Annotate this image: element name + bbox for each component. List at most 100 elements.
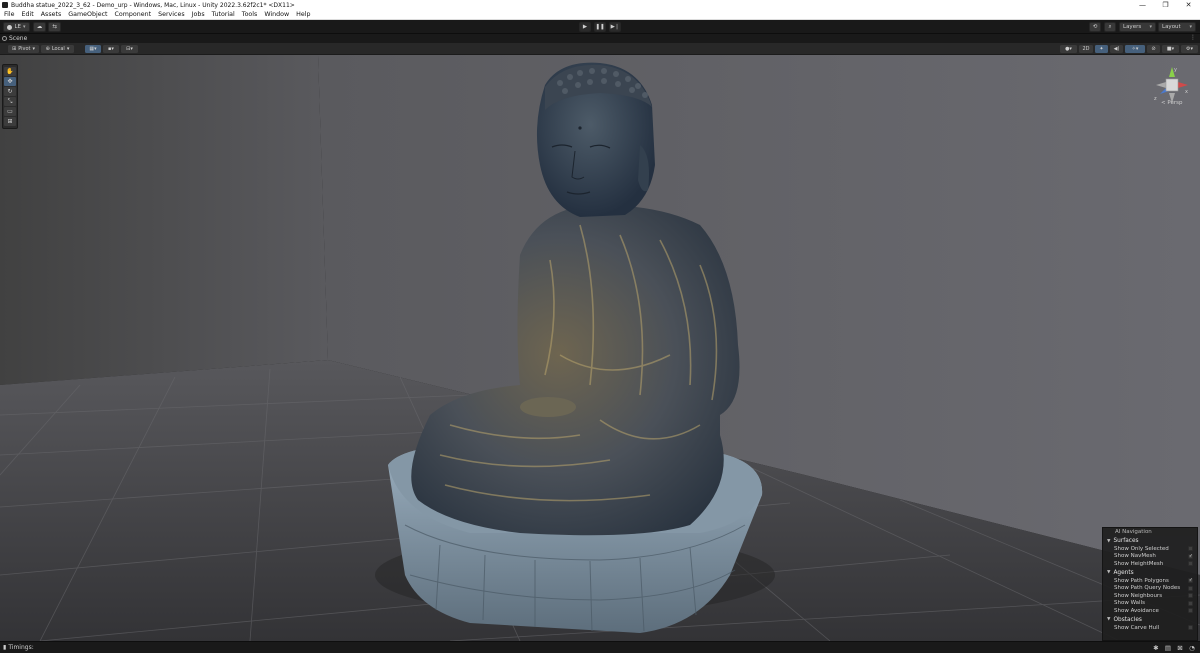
layers-label: Layers [1123,24,1142,30]
local-dropdown[interactable]: ⊕ Local ▾ [41,45,74,53]
checkbox[interactable] [1188,546,1193,552]
checkbox[interactable] [1188,585,1193,591]
2d-label: 2D [1082,46,1090,52]
hand-tool-icon[interactable]: ✋ [4,67,16,76]
scene-viewport[interactable]: ✋ ✥ ↻ ⤡ ▭ ⊞ y x z < Persp AI Navigation … [0,55,1200,641]
snap-increment-button[interactable]: ▪▾ [103,45,119,53]
scene-toolbar: ⊞ Pivot ▾ ⊕ Local ▾ ▦▾ ▪▾ ⊟▾ ●▾ 2D ✦ ◀) … [0,43,1200,55]
tools-palette: ✋ ✥ ↻ ⤡ ▭ ⊞ [2,64,18,129]
collab-button[interactable]: ⇆ [48,22,61,32]
option-label: Show Carve Hull [1114,624,1160,631]
checkbox[interactable] [1188,625,1193,631]
menu-tutorial[interactable]: Tutorial [212,11,235,18]
layout-label: Layout [1162,24,1181,30]
camera-dropdown[interactable]: ■▾ [1162,45,1179,53]
menu-window[interactable]: Window [264,11,289,18]
cloud-button[interactable]: ☁ [33,22,46,32]
pivot-dropdown[interactable]: ⊞ Pivot ▾ [8,45,39,53]
menu-services[interactable]: Services [158,11,185,18]
network-icon[interactable]: ⊠ [1176,644,1184,652]
rect-tool-icon[interactable]: ▭ [4,107,16,116]
rotate-tool-icon[interactable]: ↻ [4,87,16,96]
menu-jobs[interactable]: Jobs [192,11,205,18]
hidden-objects-button[interactable]: ⊘ [1147,45,1160,53]
option-show-neighbours[interactable]: Show Neighbours [1103,592,1197,600]
checkbox[interactable] [1188,600,1193,606]
account-dropdown[interactable]: LE [3,22,30,32]
history-button[interactable]: ⟲ [1089,22,1101,32]
effects-dropdown[interactable]: ✧▾ [1125,45,1145,53]
pause-icon: ❚❚ [595,24,605,30]
grid-axis-button[interactable]: ⊟▾ [121,45,138,53]
minimize-button[interactable]: — [1131,0,1154,10]
section-surfaces[interactable]: ▼ Surfaces [1103,537,1197,545]
timings-toggle[interactable]: ▮ Timings: [3,644,34,651]
collab-icon: ⇆ [52,24,57,30]
perspective-label[interactable]: < Persp [1161,100,1182,106]
local-label: Local [51,46,65,52]
gizmo-y-label: y [1174,67,1177,73]
memory-icon[interactable]: ▤ [1164,644,1172,652]
pivot-icon: ⊞ [12,46,17,52]
menu-gameobject[interactable]: GameObject [68,11,107,18]
menu-tools[interactable]: Tools [242,11,258,18]
2d-toggle-button[interactable]: 2D [1079,45,1093,53]
draw-mode-dropdown[interactable]: ●▾ [1060,45,1077,53]
option-show-carve-hull[interactable]: Show Carve Hull [1103,624,1197,632]
option-show-path-query-nodes[interactable]: Show Path Query Nodes [1103,584,1197,592]
checkbox[interactable] [1188,561,1193,567]
scale-tool-icon[interactable]: ⤡ [4,97,16,106]
transform-tool-icon[interactable]: ⊞ [4,117,16,126]
option-show-heightmesh[interactable]: Show HeightMesh [1103,560,1197,568]
close-button[interactable]: ✕ [1177,0,1200,10]
grid-snap-button[interactable]: ▦▾ [85,45,101,53]
play-button[interactable]: ▶ [579,22,591,32]
option-show-navmesh[interactable]: Show NavMesh ✓ [1103,553,1197,561]
layout-dropdown[interactable]: Layout [1158,22,1196,32]
checkbox-checked[interactable]: ✓ [1188,553,1193,559]
search-button[interactable]: ⌕ [1104,22,1116,32]
pause-button[interactable]: ❚❚ [594,22,606,32]
option-show-avoidance[interactable]: Show Avoidance [1103,607,1197,615]
expand-arrow-icon: ▼ [1107,538,1111,544]
audio-toggle-button[interactable]: ◀) [1110,45,1123,53]
scene-tab-bar: Scene ⋮ [0,34,1200,43]
layers-dropdown[interactable]: Layers [1119,22,1156,32]
chevron-down-icon: ▾ [66,46,70,52]
maximize-button[interactable]: ❐ [1154,0,1177,10]
tab-scene[interactable]: Scene [2,34,42,43]
option-label: Show Path Polygons [1114,577,1169,584]
ai-navigation-title: AI Navigation [1103,528,1197,536]
menu-file[interactable]: File [4,11,15,18]
menu-help[interactable]: Help [296,11,310,18]
progress-icon[interactable]: ◔ [1188,644,1196,652]
tab-menu-icon[interactable]: ⋮ [1190,34,1196,41]
option-label: Show NavMesh [1114,553,1156,560]
section-agents-label: Agents [1113,569,1134,576]
gizmos-dropdown[interactable]: ⚙▾ [1181,45,1198,53]
option-show-walls[interactable]: Show Walls [1103,600,1197,608]
menu-component[interactable]: Component [115,11,152,18]
option-label: Show HeightMesh [1114,560,1164,567]
window-title: Buddha statue_2022_3_62 - Demo_urp - Win… [11,1,295,9]
bug-icon[interactable]: ✱ [1152,644,1160,652]
shading-sphere-icon: ●▾ [1065,46,1072,52]
menu-assets[interactable]: Assets [41,11,62,18]
main-toolbar: LE ☁ ⇆ ▶ ❚❚ ▶❘ ⟲ ⌕ Layers Layout [0,20,1200,34]
section-agents[interactable]: ▼ Agents [1103,569,1197,577]
unity-logo-icon [2,2,8,8]
axis-icon: ⊟▾ [126,46,133,52]
scene-tab-icon [2,36,7,41]
cloud-icon: ☁ [36,24,43,30]
move-tool-icon[interactable]: ✥ [4,77,16,86]
option-show-only-selected[interactable]: Show Only Selected [1103,545,1197,553]
checkbox-checked[interactable]: ✓ [1188,578,1193,584]
step-button[interactable]: ▶❘ [609,22,621,32]
menu-edit[interactable]: Edit [22,11,34,18]
section-obstacles[interactable]: ▼ Obstacles [1103,616,1197,624]
step-icon: ▶❘ [610,24,620,30]
checkbox[interactable] [1188,593,1193,599]
option-show-path-polygons[interactable]: Show Path Polygons ✓ [1103,577,1197,585]
checkbox[interactable] [1188,608,1193,614]
lighting-toggle-button[interactable]: ✦ [1095,45,1108,53]
